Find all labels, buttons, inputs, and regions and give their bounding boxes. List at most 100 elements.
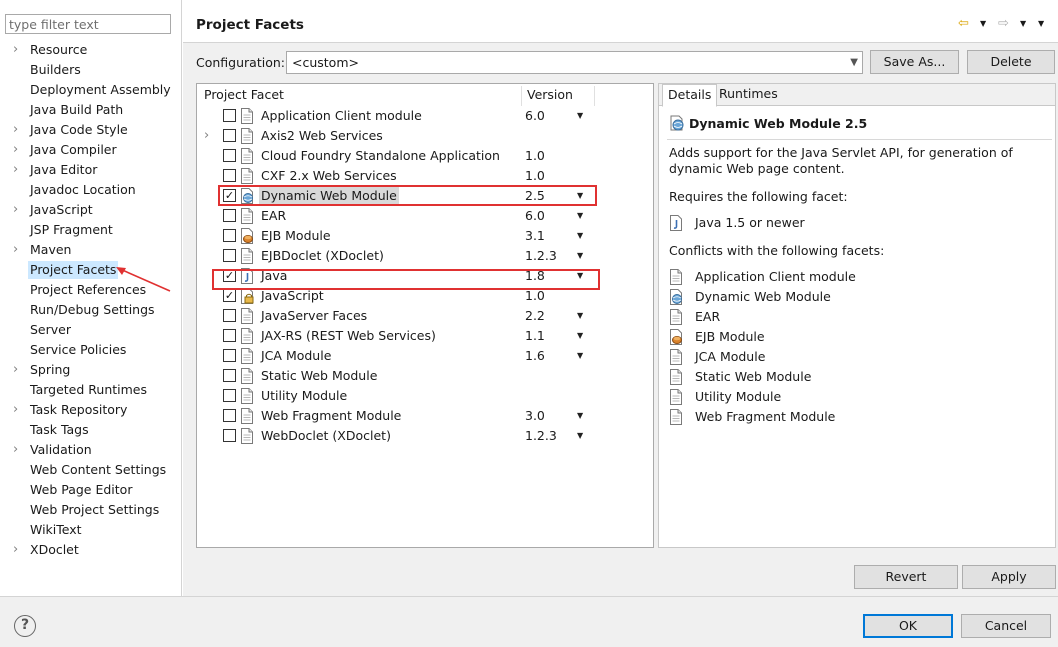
tree-item-java-compiler[interactable]: › Java Compiler (0, 140, 182, 160)
facet-version[interactable]: 6.0 (525, 107, 545, 125)
tree-item-web-page-editor[interactable]: Web Page Editor (0, 480, 182, 500)
apply-button[interactable]: Apply (962, 565, 1056, 589)
tree-item-jsp-fragment[interactable]: JSP Fragment (0, 220, 182, 240)
facet-version[interactable]: 1.6 (525, 347, 545, 365)
ok-button[interactable]: OK (863, 614, 953, 638)
facet-row[interactable]: EJBDoclet (XDoclet) 1.2.3 ▼ (197, 246, 653, 266)
version-dropdown-icon[interactable]: ▼ (577, 327, 583, 345)
filter-input[interactable] (5, 14, 171, 34)
back-menu-chevron-icon[interactable]: ▼ (980, 15, 986, 33)
checkbox-checked[interactable]: ✓ (223, 289, 236, 302)
facet-row[interactable]: Application Client module 6.0 ▼ (197, 106, 653, 126)
tree-item-spring[interactable]: › Spring (0, 360, 182, 380)
version-dropdown-icon[interactable]: ▼ (577, 227, 583, 245)
tree-item-wikitext[interactable]: WikiText (0, 520, 182, 540)
version-dropdown-icon[interactable]: ▼ (577, 247, 583, 265)
tree-item-javascript[interactable]: › JavaScript (0, 200, 182, 220)
checkbox[interactable] (223, 329, 236, 342)
checkbox[interactable] (223, 349, 236, 362)
revert-button[interactable]: Revert (854, 565, 958, 589)
tree-item-task-repository[interactable]: › Task Repository (0, 400, 182, 420)
facet-version[interactable]: 3.0 (525, 407, 545, 425)
tree-item-server[interactable]: Server (0, 320, 182, 340)
version-dropdown-icon[interactable]: ▼ (577, 107, 583, 125)
tree-item-java-editor[interactable]: › Java Editor (0, 160, 182, 180)
facet-version[interactable]: 2.2 (525, 307, 545, 325)
facet-row[interactable]: › Axis2 Web Services (197, 126, 653, 146)
help-icon[interactable]: ? (14, 615, 36, 637)
tab-runtimes[interactable]: Runtimes (714, 84, 783, 106)
tree-item-task-tags[interactable]: Task Tags (0, 420, 182, 440)
facet-row[interactable]: Static Web Module (197, 366, 653, 386)
version-dropdown-icon[interactable]: ▼ (577, 347, 583, 365)
checkbox[interactable] (223, 389, 236, 402)
facet-row[interactable]: Cloud Foundry Standalone Application 1.0 (197, 146, 653, 166)
configuration-select[interactable]: <custom> ▼ (286, 51, 863, 74)
chevron-right-icon[interactable]: › (13, 442, 23, 458)
facet-row[interactable]: JavaServer Faces 2.2 ▼ (197, 306, 653, 326)
version-dropdown-icon[interactable]: ▼ (577, 407, 583, 425)
facet-version[interactable]: 1.2.3 (525, 427, 557, 445)
tree-item-resource[interactable]: › Resource (0, 40, 182, 60)
tree-item-targeted-runtimes[interactable]: Targeted Runtimes (0, 380, 182, 400)
forward-arrow-icon[interactable]: ⇨ (998, 15, 1009, 33)
chevron-right-icon[interactable]: › (13, 142, 23, 158)
tree-item-javadoc-location[interactable]: Javadoc Location (0, 180, 182, 200)
tree-item-java-code-style[interactable]: › Java Code Style (0, 120, 182, 140)
facet-row[interactable]: CXF 2.x Web Services 1.0 (197, 166, 653, 186)
checkbox[interactable] (223, 409, 236, 422)
checkbox[interactable] (223, 229, 236, 242)
forward-menu-chevron-icon[interactable]: ▼ (1020, 15, 1026, 33)
facet-version[interactable]: 3.1 (525, 227, 545, 245)
chevron-right-icon[interactable]: › (13, 402, 23, 418)
checkbox[interactable] (223, 209, 236, 222)
chevron-right-icon[interactable]: › (13, 162, 23, 178)
checkbox[interactable] (223, 369, 236, 382)
tree-item-builders[interactable]: Builders (0, 60, 182, 80)
checkbox[interactable] (223, 129, 236, 142)
version-dropdown-icon[interactable]: ▼ (577, 307, 583, 325)
version-dropdown-icon[interactable]: ▼ (577, 207, 583, 225)
cancel-button[interactable]: Cancel (961, 614, 1051, 638)
delete-button[interactable]: Delete (967, 50, 1055, 74)
chevron-right-icon[interactable]: › (13, 42, 23, 58)
tree-item-web-project-settings[interactable]: Web Project Settings (0, 500, 182, 520)
column-header-facet[interactable]: Project Facet (204, 87, 284, 103)
tree-item-xdoclet[interactable]: › XDoclet (0, 540, 182, 560)
chevron-right-icon[interactable]: › (13, 542, 23, 558)
save-as-button[interactable]: Save As... (870, 50, 959, 74)
facet-row[interactable]: EAR 6.0 ▼ (197, 206, 653, 226)
checkbox[interactable] (223, 429, 236, 442)
facet-row[interactable]: Utility Module (197, 386, 653, 406)
view-menu-icon[interactable]: ▼ (1038, 15, 1044, 33)
version-dropdown-icon[interactable]: ▼ (577, 427, 583, 445)
tab-details[interactable]: Details (662, 84, 718, 107)
chevron-right-icon[interactable]: › (13, 362, 23, 378)
tree-item-run-debug-settings[interactable]: Run/Debug Settings (0, 300, 182, 320)
checkbox[interactable] (223, 109, 236, 122)
chevron-right-icon[interactable]: › (204, 128, 209, 144)
facet-version[interactable]: 1.1 (525, 327, 545, 345)
facet-row[interactable]: JAX-RS (REST Web Services) 1.1 ▼ (197, 326, 653, 346)
facet-row[interactable]: JCA Module 1.6 ▼ (197, 346, 653, 366)
facet-row[interactable]: EJB Module 3.1 ▼ (197, 226, 653, 246)
facet-version[interactable]: 6.0 (525, 207, 545, 225)
chevron-right-icon[interactable]: › (13, 242, 23, 258)
back-arrow-icon[interactable]: ⇦ (958, 15, 969, 33)
checkbox[interactable] (223, 249, 236, 262)
tree-item-deployment-assembly[interactable]: Deployment Assembly (0, 80, 182, 100)
checkbox[interactable] (223, 169, 236, 182)
checkbox[interactable] (223, 149, 236, 162)
tree-item-service-policies[interactable]: Service Policies (0, 340, 182, 360)
tree-item-java-build-path[interactable]: Java Build Path (0, 100, 182, 120)
facet-version[interactable]: 1.2.3 (525, 247, 557, 265)
tree-item-validation[interactable]: › Validation (0, 440, 182, 460)
column-header-version[interactable]: Version (527, 87, 573, 103)
facet-row[interactable]: WebDoclet (XDoclet) 1.2.3 ▼ (197, 426, 653, 446)
chevron-right-icon[interactable]: › (13, 202, 23, 218)
checkbox[interactable] (223, 309, 236, 322)
tree-item-maven[interactable]: › Maven (0, 240, 182, 260)
facet-row[interactable]: Web Fragment Module 3.0 ▼ (197, 406, 653, 426)
tree-item-web-content-settings[interactable]: Web Content Settings (0, 460, 182, 480)
chevron-right-icon[interactable]: › (13, 122, 23, 138)
